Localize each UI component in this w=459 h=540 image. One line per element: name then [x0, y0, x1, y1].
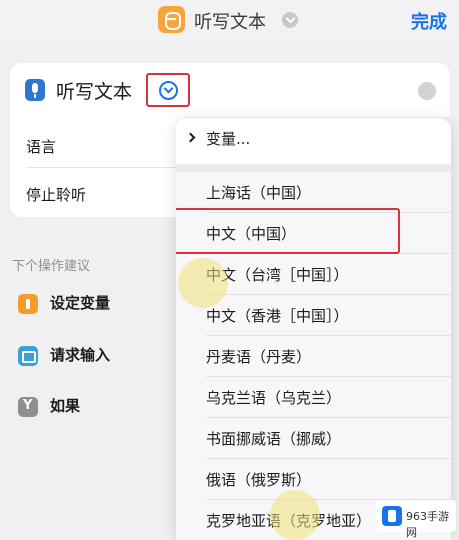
selected-option-highlight	[176, 208, 400, 254]
language-option-label: 俄语（俄罗斯）	[206, 471, 312, 489]
suggestion-label: 如果	[50, 397, 81, 415]
remove-action-icon[interactable]	[418, 82, 436, 100]
language-option-label: 上海话（中国）	[206, 184, 312, 202]
suggestion-label: 设定变量	[50, 294, 111, 312]
parameter-divider	[26, 167, 186, 168]
site-logo-icon	[382, 506, 402, 526]
menu-section-gap	[176, 164, 451, 172]
language-option[interactable]: 丹麦语（丹麦）	[176, 336, 451, 377]
expand-chevron-icon[interactable]	[159, 81, 178, 100]
suggestion-label: 请求输入	[50, 346, 111, 364]
language-option[interactable]: 上海话（中国）	[176, 172, 451, 213]
language-option-label: 乌克兰语（乌克兰）	[206, 389, 342, 407]
language-option[interactable]: 俄语（俄罗斯）	[176, 459, 451, 500]
chevron-right-icon	[185, 132, 196, 143]
language-option-label: 中文（香港［中国］）	[206, 307, 349, 325]
watermark-mascot-image	[270, 490, 320, 540]
action-title: 听写文本	[56, 81, 133, 103]
shortcut-title[interactable]: 听写文本	[194, 8, 266, 34]
language-option-label: 书面挪威语（挪威）	[206, 430, 342, 448]
menu-variables-row[interactable]: 变量...	[176, 118, 451, 164]
variables-option: 变量...	[206, 130, 251, 148]
title-chevron-down-icon[interactable]	[282, 12, 298, 28]
stop-listening-parameter-label[interactable]: 停止聆听	[26, 184, 86, 205]
expand-highlight-box	[146, 73, 190, 107]
variable-icon	[18, 294, 38, 314]
watermark-mascot-image	[178, 258, 228, 308]
action-parameters: 语言 停止聆听	[10, 117, 186, 217]
language-option[interactable]: 乌克兰语（乌克兰）	[176, 377, 451, 418]
watermark-logo: 963手游网	[376, 500, 456, 539]
language-option-label: 丹麦语（丹麦）	[206, 348, 312, 366]
microphone-icon	[25, 79, 45, 101]
if-icon	[18, 397, 38, 417]
top-bar: 听写文本 完成	[0, 0, 459, 44]
suggestions-heading: 下个操作建议	[12, 259, 91, 274]
watermark-text: 963手游网	[406, 510, 449, 539]
dictate-text-action-card: 听写文本	[10, 63, 450, 117]
language-option[interactable]: 书面挪威语（挪威）	[176, 418, 451, 459]
language-parameter-label[interactable]: 语言	[26, 136, 56, 157]
language-dropdown-menu: 变量... 上海话（中国） 中文（中国） 中文（台湾［中国］） 中文（香港［中国…	[176, 118, 451, 540]
dictation-app-icon	[158, 6, 185, 33]
done-button[interactable]: 完成	[411, 8, 447, 34]
input-icon	[18, 346, 38, 366]
